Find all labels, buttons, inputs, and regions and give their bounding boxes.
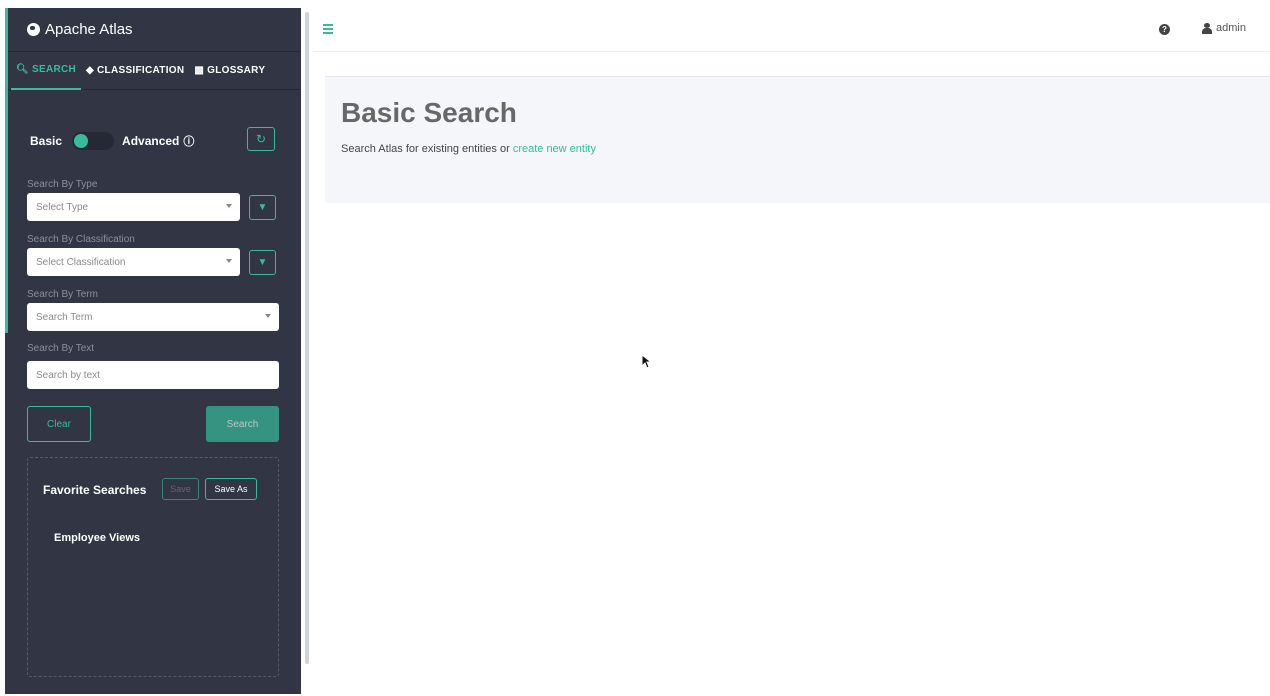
nav-tabs: 🔍︎ SEARCH ◆ CLASSIFICATION ▩ GLOSSARY (5, 52, 301, 90)
classification-filter-button[interactable]: ▼ (249, 250, 276, 275)
chevron-down-icon (226, 259, 232, 263)
tab-classification-label: CLASSIFICATION (97, 65, 185, 76)
question-circle-icon[interactable]: ⓘ (183, 133, 194, 149)
type-label: Search By Type (27, 179, 98, 190)
refresh-button[interactable]: ↻ (247, 127, 275, 151)
username: admin (1216, 22, 1246, 34)
chevron-down-icon (226, 204, 232, 208)
tab-classification[interactable]: ◆ CLASSIFICATION (81, 52, 189, 90)
help-icon[interactable]: ? (1159, 24, 1170, 35)
type-select[interactable]: Select Type (27, 193, 240, 221)
user-menu[interactable]: admin (1202, 22, 1246, 34)
user-icon (1202, 22, 1212, 34)
tab-glossary[interactable]: ▩ GLOSSARY (189, 52, 270, 90)
tab-glossary-label: GLOSSARY (207, 65, 266, 76)
tag-icon: ◆ (86, 65, 95, 76)
top-bar: ? admin (313, 8, 1270, 52)
globe-icon (27, 23, 40, 36)
chevron-down-icon (265, 314, 271, 318)
refresh-icon: ↻ (255, 132, 267, 146)
page-title: Basic Search (341, 97, 517, 128)
search-text-input[interactable]: Search by text (27, 361, 279, 389)
folder-icon: ▩ (194, 65, 205, 76)
sidebar-accent-edge (5, 8, 8, 333)
mode-basic-label: Basic (30, 134, 63, 148)
type-select-value: Select Type (36, 201, 89, 213)
hamburger-menu-icon[interactable] (323, 24, 333, 36)
splitter-grip[interactable] (305, 12, 309, 664)
search-mode-row: Basic Advanced ⓘ (30, 130, 280, 152)
text-label: Search By Text (27, 343, 95, 354)
term-label: Search By Term (27, 289, 98, 300)
term-select-value: Search Term (36, 311, 93, 323)
search-header-panel: Basic Search Search Atlas for existing e… (325, 76, 1270, 203)
search-icon: 🔍︎ (16, 64, 29, 75)
mode-toggle[interactable] (72, 132, 115, 150)
term-select[interactable]: Search Term (27, 303, 279, 331)
page: Apache Atlas 🔍︎ SEARCH ◆ CLASSIFICATION … (0, 0, 1270, 696)
mode-advanced-label: Advanced (122, 134, 180, 148)
tab-search-label: SEARCH (32, 64, 77, 75)
save-as-button[interactable]: Save As (205, 478, 257, 500)
tab-search[interactable]: 🔍︎ SEARCH (11, 52, 82, 90)
type-filter-button[interactable]: ▼ (249, 195, 276, 220)
filter-icon: ▼ (257, 257, 268, 268)
classification-select-value: Select Classification (36, 256, 126, 268)
toggle-knob (74, 134, 89, 148)
favorite-searches-panel: Favorite Searches Save Save As Employee … (27, 457, 279, 677)
search-text-placeholder: Search by text (36, 369, 100, 381)
mouse-cursor-icon (641, 354, 653, 369)
create-entity-link[interactable]: create new entity (513, 143, 596, 155)
favorite-searches-title: Favorite Searches (43, 483, 147, 497)
classification-label: Search By Classification (27, 234, 135, 245)
favorite-item[interactable]: Employee Views (54, 532, 140, 544)
app-title: Apache Atlas (45, 21, 133, 38)
filter-icon: ▼ (257, 202, 268, 213)
classification-select[interactable]: Select Classification (27, 248, 240, 276)
page-subtitle: Search Atlas for existing entities or cr… (341, 143, 596, 155)
clear-button[interactable]: Clear (27, 406, 91, 442)
sidebar-splitter[interactable] (301, 8, 313, 694)
app-brand[interactable]: Apache Atlas (5, 8, 301, 52)
subtitle-text: Search Atlas for existing entities or (341, 143, 513, 155)
save-button[interactable]: Save (162, 478, 199, 500)
search-button[interactable]: Search (206, 406, 279, 442)
